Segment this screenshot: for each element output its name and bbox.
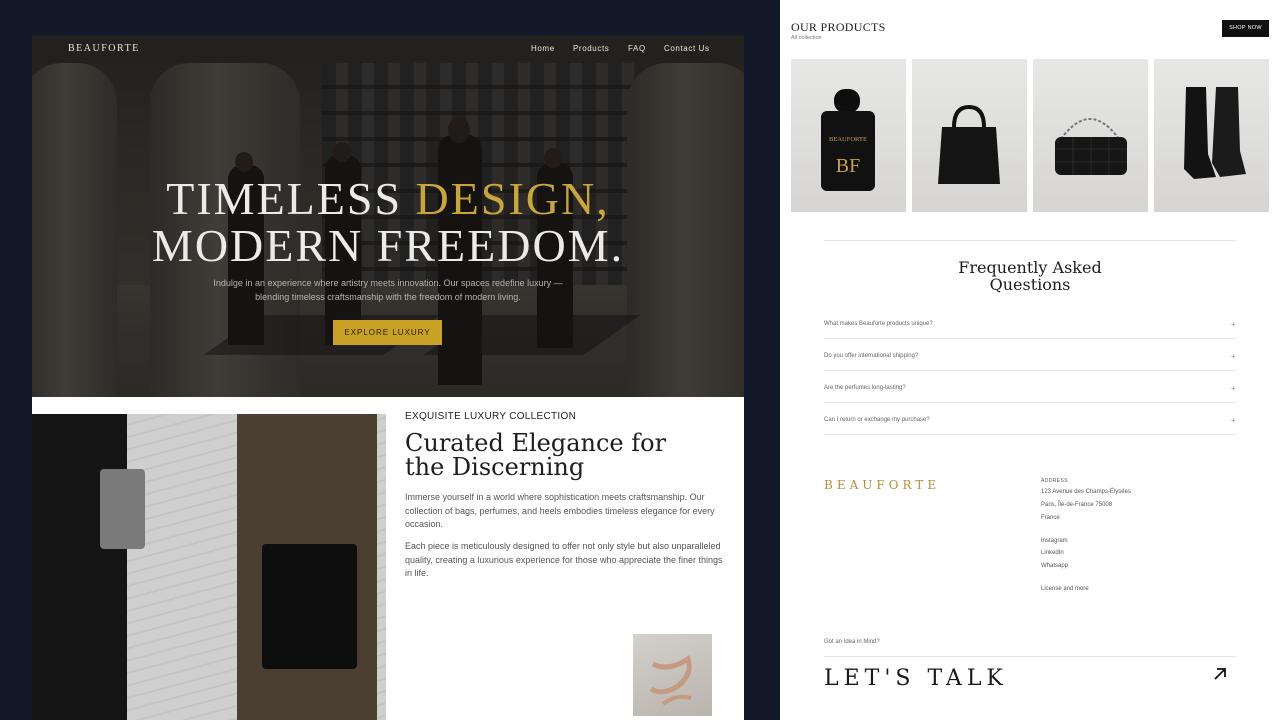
arrow-up-right-icon[interactable] [1213,667,1227,681]
address-line: France [1041,515,1060,521]
products-subtitle: All collection [791,35,822,41]
curated-title: Curated Elegance for the Discerning [405,429,667,481]
products-title: OUR PRODUCTS [791,20,886,34]
briefcase-image [262,544,357,669]
address-line: 123 Avenue des Champs-Élysées [1041,489,1131,495]
products-faq-page: OUR PRODUCTS All collection SHOP NOW BEA… [780,0,1280,720]
divider [824,240,1236,241]
hero-subtitle: Indulge in an experience where artistry … [213,278,563,302]
story-paragraph-2: Each piece is meticulously designed to o… [405,541,723,578]
product-card-perfume[interactable]: BEAUFORTE BF [791,59,906,212]
product-card-handbag[interactable] [912,59,1027,212]
landing-page-preview: BEAUFORTE Home Products FAQ Contact Us T… [32,35,744,720]
address-line: Paris, Île-de-France 75008 [1041,502,1113,508]
idea-prompt: Got an Idea in Mind? [824,639,880,645]
perfume-monogram: BF [836,155,860,177]
collection-label: EXQUISITE LUXURY COLLECTION [405,411,577,422]
hero-heading-line2: MODERN FREEDOM. [151,220,625,271]
faq-toggle-icon[interactable]: + [1231,384,1236,393]
explore-luxury-button[interactable]: EXPLORE LUXURY [333,320,442,345]
instagram-link[interactable]: Instagram [1041,538,1068,544]
top-nav: BEAUFORTE Home Products FAQ Contact Us [32,35,744,63]
faq-question-1[interactable]: What makes Beauforte products unique? [824,321,933,327]
divider [824,656,1236,657]
hero-heading-white: TIMELESS [166,173,416,224]
nav-faq[interactable]: FAQ [628,44,646,53]
brand-logo[interactable]: BEAUFORTE [68,43,140,54]
footer-brand: BEAUFORTE [824,478,941,492]
faq-question-3[interactable]: Are the perfumes long-lasting? [824,385,906,391]
shop-now-button[interactable]: SHOP NOW [1222,20,1269,37]
hero-heading-line1: TIMELESS DESIGN, [32,172,744,225]
product-card-quilted-bag[interactable] [1033,59,1148,212]
story-photo [32,414,386,720]
address-label: ADDRESS [1041,478,1068,484]
bag-image [100,469,145,549]
nav-products[interactable]: Products [573,44,609,53]
perfume-label: BEAUFORTE [829,136,867,143]
hero-heading-gold: DESIGN, [415,173,610,224]
nav-contact[interactable]: Contact Us [664,44,710,53]
hand-jewelry-photo [633,634,712,716]
lets-talk-link[interactable]: LET'S TALK [824,666,1008,691]
faq-question-4[interactable]: Can I return or exchange my purchase? [824,417,930,423]
faq-question-2[interactable]: Do you offer international shipping? [824,353,918,359]
faq-title: Frequently Asked Questions [958,258,1102,294]
faq-toggle-icon[interactable]: + [1231,416,1236,425]
whatsapp-link[interactable]: Whatsapp [1041,563,1068,569]
license-link[interactable]: License and more [1041,586,1089,592]
story-paragraph-1: Immerse yourself in a world where sophis… [405,492,715,529]
hero-section: BEAUFORTE Home Products FAQ Contact Us T… [32,35,744,397]
product-card-heeled-boots[interactable] [1154,59,1269,212]
nav-home[interactable]: Home [531,44,555,53]
faq-toggle-icon[interactable]: + [1231,352,1236,361]
linkedin-link[interactable]: LinkedIn [1041,550,1064,556]
faq-toggle-icon[interactable]: + [1231,320,1236,329]
